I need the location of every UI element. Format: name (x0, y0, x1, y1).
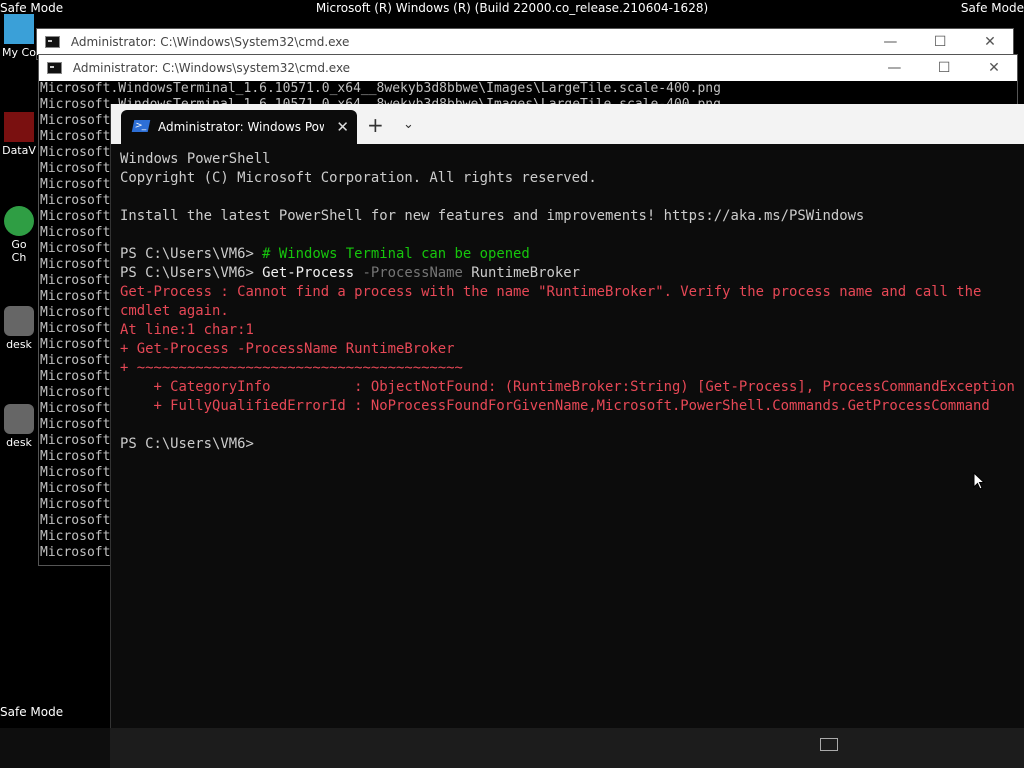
terminal-line: Install the latest PowerShell for new fe… (120, 207, 1024, 226)
desktop-icon-label: desk (6, 338, 32, 351)
build-label: Microsoft (R) Windows (R) (Build 22000.c… (315, 1, 709, 15)
powershell-icon: >_ (131, 120, 151, 132)
data-icon (4, 112, 34, 142)
terminal-line: Copyright (C) Microsoft Corporation. All… (120, 169, 1024, 188)
cmd-line: Microsoft.WindowsTerminal_1.6.10571.0_x6… (40, 81, 721, 96)
cmd-title-front: Administrator: C:\Windows\system32\cmd.e… (72, 61, 351, 75)
windows-terminal[interactable]: >_ Administrator: Windows PowerS ✕ + ⌄ W… (110, 104, 1024, 728)
terminal-output[interactable]: Windows PowerShell Copyright (C) Microsof… (120, 150, 1024, 454)
terminal-text: Get-Process : Cannot find a process with… (120, 284, 982, 300)
cmd-icon (47, 61, 62, 74)
safe-mode-label-top-right: Safe Mode (960, 1, 1024, 15)
terminal-line: + FullyQualifiedErrorId : NoProcessFound… (120, 397, 1024, 416)
terminal-text: + CategoryInfo : ObjectNotFound: (Runtim… (120, 379, 1015, 395)
tab-close-button[interactable]: ✕ (336, 110, 349, 144)
close-button[interactable]: ✕ (967, 29, 1013, 55)
terminal-line: + ~~~~~~~~~~~~~~~~~~~~~~~~~~~~~~~~~~~~~~… (120, 359, 1024, 378)
terminal-line: At line:1 char:1 (120, 321, 1024, 340)
terminal-line: PS C:\Users\VM6> # Windows Terminal can … (120, 245, 1024, 264)
terminal-text: Get-Process (262, 265, 355, 281)
desktop-icon-label: DataV (2, 144, 36, 157)
terminal-line: Windows PowerShell (120, 150, 1024, 169)
computer-icon (4, 14, 34, 44)
desktop-icon-label: My Co (2, 46, 36, 59)
terminal-line: PS C:\Users\VM6> (120, 435, 1024, 454)
terminal-line: + Get-Process -ProcessName RuntimeBroker (120, 340, 1024, 359)
tab-powershell[interactable]: >_ Administrator: Windows PowerS ✕ (121, 110, 357, 144)
terminal-text: RuntimeBroker (462, 265, 580, 281)
desktop-icon-desk-2[interactable]: desk (0, 404, 38, 449)
tab-bar: >_ Administrator: Windows PowerS ✕ + ⌄ (111, 104, 1024, 144)
terminal-text: At line:1 char:1 (120, 322, 254, 338)
desktop-icon-label: Go Ch (11, 238, 27, 264)
terminal-text: cmdlet again. (120, 303, 229, 319)
gear-icon (4, 306, 34, 336)
terminal-line: Get-Process : Cannot find a process with… (120, 283, 1024, 302)
safe-mode-label-bottom-left: Safe Mode (0, 705, 64, 719)
maximize-button[interactable]: ☐ (917, 29, 963, 55)
dropdown-button[interactable]: ⌄ (403, 112, 414, 138)
terminal-text: Install the latest PowerShell for new fe… (120, 208, 865, 224)
minimize-button[interactable]: — (867, 29, 913, 55)
terminal-text: Windows PowerShell (120, 151, 271, 167)
mouse-cursor-icon (973, 472, 985, 490)
terminal-line: PS C:\Users\VM6> Get-Process -ProcessNam… (120, 264, 1024, 283)
cmd-titlebar-back[interactable]: Administrator: C:\Windows\System32\cmd.e… (37, 29, 1013, 55)
tab-title: Administrator: Windows PowerS (158, 120, 324, 134)
terminal-text: # Windows Terminal can be opened (262, 246, 530, 262)
minimize-button[interactable]: — (871, 55, 917, 81)
terminal-text: + FullyQualifiedErrorId : NoProcessFound… (120, 398, 990, 414)
terminal-text: Copyright (C) Microsoft Corporation. All… (120, 170, 597, 186)
terminal-text: PS C:\Users\VM6> (120, 436, 254, 452)
terminal-text: + ~~~~~~~~~~~~~~~~~~~~~~~~~~~~~~~~~~~~~~… (120, 360, 463, 376)
cmd-icon (45, 35, 60, 48)
desktop-icon-datav[interactable]: DataV (0, 112, 38, 157)
gear-icon (4, 404, 34, 434)
cmd-titlebar-front[interactable]: Administrator: C:\Windows\system32\cmd.e… (39, 55, 1017, 81)
chrome-icon (4, 206, 34, 236)
keyboard-icon[interactable] (820, 738, 838, 751)
terminal-text: + Get-Process -ProcessName RuntimeBroker (120, 341, 455, 357)
desktop-icon-desk-1[interactable]: desk (0, 306, 38, 351)
terminal-text: -ProcessName (354, 265, 463, 281)
desktop-icon-label: desk (6, 436, 32, 449)
terminal-text: PS C:\Users\VM6> (120, 265, 263, 281)
cmd-title-back: Administrator: C:\Windows\System32\cmd.e… (70, 35, 350, 49)
desktop-icon-chrome[interactable]: Go Ch (0, 206, 38, 264)
terminal-line: + CategoryInfo : ObjectNotFound: (Runtim… (120, 378, 1024, 397)
terminal-text: PS C:\Users\VM6> (120, 246, 263, 262)
close-button[interactable]: ✕ (971, 55, 1017, 81)
taskbar (0, 728, 1024, 768)
terminal-line: cmdlet again. (120, 302, 1024, 321)
new-tab-button[interactable]: + (367, 112, 384, 138)
maximize-button[interactable]: ☐ (921, 55, 967, 81)
desktop-icon-my-computer[interactable]: My Co (0, 14, 38, 59)
